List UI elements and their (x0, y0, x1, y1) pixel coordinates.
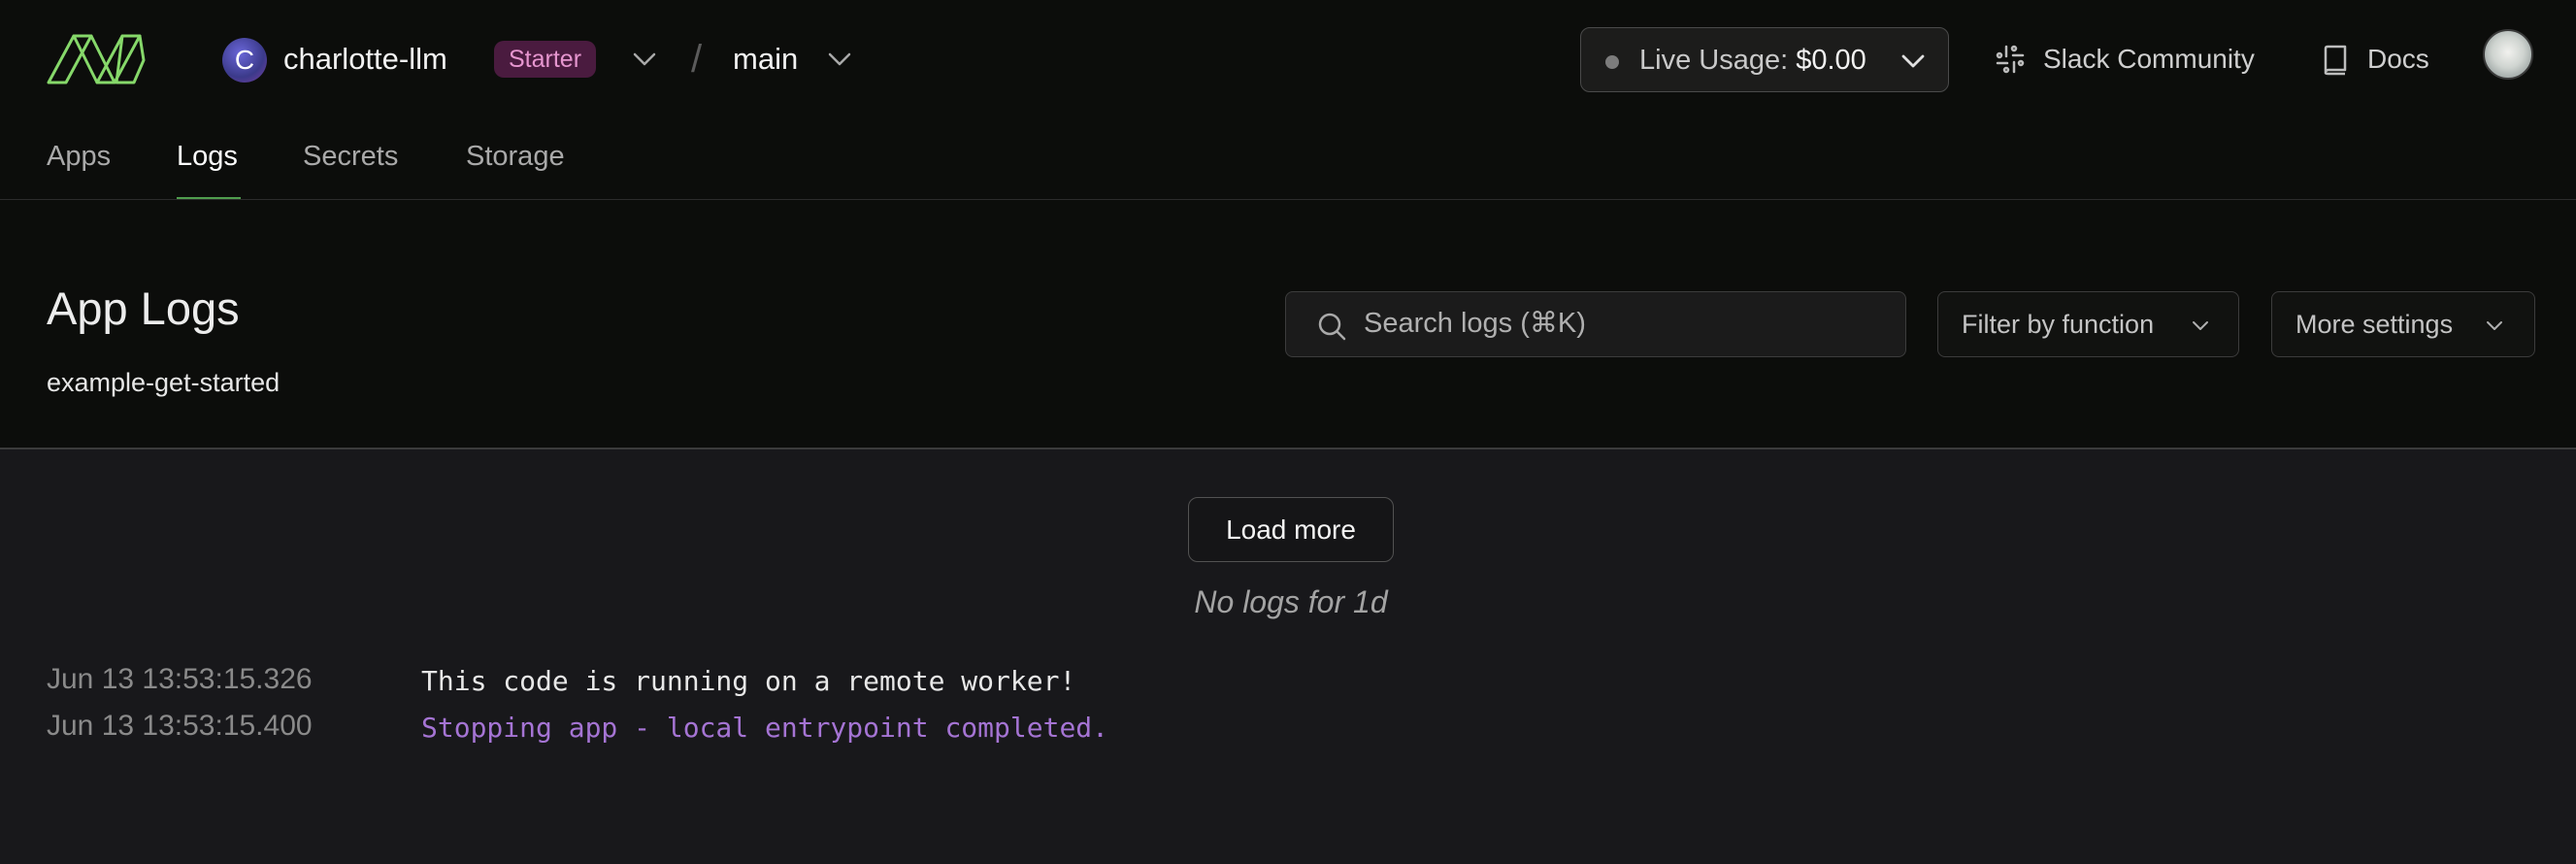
chevron-down-icon (2487, 321, 2502, 330)
log-timestamp: Jun 13 13:53:15.326 (47, 663, 313, 695)
status-dot-icon (1605, 55, 1619, 69)
more-settings-dropdown[interactable]: More settings (2271, 291, 2535, 357)
log-message: Stopping app - local entrypoint complete… (421, 712, 1109, 744)
tab-storage[interactable]: Storage (466, 137, 565, 176)
log-message: This code is running on a remote worker! (421, 665, 1076, 697)
search-icon (1318, 313, 1346, 341)
docs-link[interactable]: Docs (2367, 41, 2429, 78)
chevron-down-icon (1901, 54, 1925, 68)
breadcrumb-separator: / (691, 38, 703, 81)
empty-period-notice: No logs for 1d (1194, 584, 1388, 619)
slack-icon[interactable] (1994, 43, 2027, 76)
environment-name[interactable]: main (733, 39, 798, 80)
tab-logs[interactable]: Logs (177, 137, 238, 176)
filter-by-function-dropdown[interactable]: Filter by function (1937, 291, 2239, 357)
app-name: example-get-started (47, 368, 281, 397)
filter-label: Filter by function (1962, 310, 2155, 339)
header-divider (0, 448, 2576, 449)
modal-logo-icon[interactable] (47, 31, 146, 89)
book-icon[interactable] (2323, 45, 2348, 76)
tab-secrets[interactable]: Secrets (303, 137, 398, 176)
user-avatar[interactable] (2483, 29, 2533, 80)
live-usage-button[interactable]: Live Usage: $0.00 (1580, 27, 1949, 92)
usage-value: $0.00 (1796, 45, 1866, 76)
workspace-name[interactable]: charlotte-llm (283, 39, 447, 80)
load-more-button[interactable]: Load more (1188, 497, 1394, 562)
chevron-down-icon (2193, 321, 2208, 330)
tabs-divider (0, 199, 2576, 200)
search-input[interactable] (1364, 292, 1888, 355)
tab-apps[interactable]: Apps (47, 137, 111, 176)
workspace-avatar[interactable]: C (222, 38, 267, 83)
more-settings-label: More settings (2295, 310, 2454, 339)
log-timestamp: Jun 13 13:53:15.400 (47, 710, 313, 742)
usage-label: Live Usage: $0.00 (1639, 45, 1866, 76)
slack-community-link[interactable]: Slack Community (2043, 41, 2255, 78)
plan-badge: Starter (494, 41, 597, 78)
page-title: App Logs (47, 282, 240, 334)
search-box[interactable] (1285, 291, 1906, 357)
chevron-down-icon[interactable] (828, 52, 851, 66)
chevron-down-icon[interactable] (633, 52, 656, 66)
